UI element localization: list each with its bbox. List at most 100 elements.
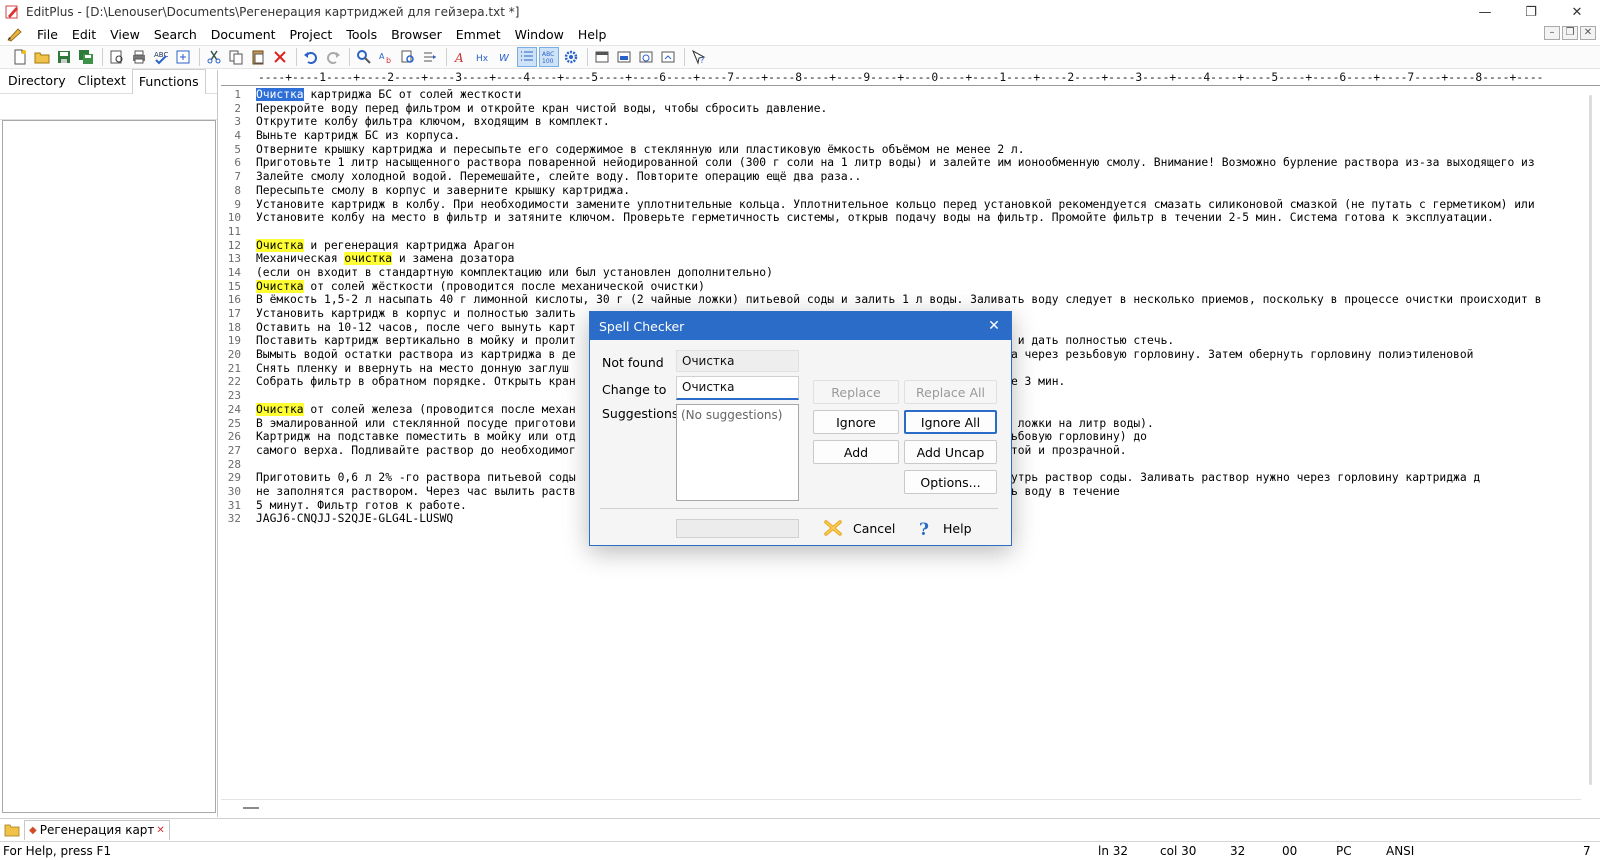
text-line[interactable]: 4 Выньте картридж БС из корпуса.	[221, 129, 1561, 143]
menu-search[interactable]: Search	[147, 27, 204, 42]
text-line[interactable]: 8 Пересыпьте смолу в корпус и заверните к…	[221, 184, 1561, 198]
status-encoding[interactable]: ANSI	[1386, 844, 1414, 858]
spell-check-icon[interactable]: ABC	[151, 47, 171, 67]
save-all-icon[interactable]	[76, 47, 96, 67]
save-icon[interactable]	[54, 47, 74, 67]
line-number-icon[interactable]	[517, 47, 537, 67]
menu-emmet[interactable]: Emmet	[449, 27, 508, 42]
menu-help[interactable]: Help	[571, 27, 614, 42]
svg-text:ABC: ABC	[542, 51, 554, 58]
help-question-icon: ?	[919, 520, 929, 537]
text-line[interactable]: 15 Очистка от солей жёсткости (проводится…	[221, 279, 1561, 294]
cut-icon[interactable]	[204, 47, 224, 67]
menu-project[interactable]: Project	[283, 27, 340, 42]
tab-functions[interactable]: Functions	[131, 69, 206, 94]
find-in-files-icon[interactable]	[398, 47, 418, 67]
restore-button[interactable]: ❐	[1508, 0, 1554, 24]
close-button[interactable]: ✕	[1554, 0, 1600, 24]
cancel-button[interactable]: Cancel	[823, 519, 895, 537]
copy-icon[interactable]	[226, 47, 246, 67]
dialog-title-bar: Spell Checker	[590, 312, 1011, 340]
menu-view[interactable]: View	[103, 27, 147, 42]
paste-icon[interactable]	[248, 47, 268, 67]
ignore-button[interactable]: Ignore	[813, 410, 899, 434]
new-file-icon[interactable]	[10, 47, 30, 67]
browser-icon[interactable]	[636, 47, 656, 67]
options-button[interactable]: Options...	[904, 470, 997, 494]
toolbar-separator	[587, 48, 588, 66]
tab-cliptext[interactable]: Cliptext	[72, 69, 132, 93]
folder-icon[interactable]	[4, 823, 20, 837]
suggestions-list[interactable]: (No suggestions)	[676, 404, 799, 501]
minimize-button[interactable]: —	[1462, 0, 1508, 24]
settings-gear-icon[interactable]	[561, 47, 581, 67]
delete-icon[interactable]	[270, 47, 290, 67]
window-1-icon[interactable]	[592, 47, 612, 67]
menu-edit[interactable]: Edit	[65, 27, 103, 42]
text-line[interactable]: 11	[221, 225, 1561, 239]
text-run: Установите картридж в колбу. При необход…	[256, 197, 1535, 211]
tab-close-icon[interactable]: ✕	[156, 825, 164, 836]
menu-window[interactable]: Window	[508, 27, 571, 42]
text-line[interactable]: 5 Отверните крышку картриджа и пересыпьте…	[221, 143, 1561, 157]
change-to-input[interactable]: Очистка	[676, 376, 799, 400]
ftp-icon[interactable]	[173, 47, 193, 67]
text-line[interactable]: 12 Очистка и регенерация картриджа Арагон	[221, 238, 1561, 253]
add-button[interactable]: Add	[813, 440, 899, 464]
text-line[interactable]: 10 Установите колбу на место в фильтр и з…	[221, 211, 1561, 225]
text-line[interactable]: 6 Приготовьте 1 литр насыщенного раствора…	[221, 156, 1561, 170]
replace-all-button[interactable]: Replace All	[904, 380, 997, 404]
svg-text:?: ?	[919, 520, 929, 537]
functions-list[interactable]	[2, 120, 216, 813]
horizontal-scroll-thumb[interactable]	[243, 807, 259, 809]
text-line[interactable]: 7 Залейте смолу холодной водой. Перемешай…	[221, 170, 1561, 184]
document-tab[interactable]: ◆ Регенерация карт ✕	[24, 819, 170, 840]
highlighted-word: Очистка	[256, 279, 304, 293]
line-text: (если он входит в стандартную комплектац…	[251, 266, 773, 280]
undo-icon[interactable]	[301, 47, 321, 67]
hex-view-icon[interactable]: Hx	[473, 47, 493, 67]
add-uncap-button[interactable]: Add Uncap	[904, 440, 997, 464]
print-icon[interactable]	[129, 47, 149, 67]
ruler-icon[interactable]: ABC 100	[539, 47, 559, 67]
ignore-all-button[interactable]: Ignore All	[904, 410, 997, 434]
replace-icon[interactable]: Ab	[376, 47, 396, 67]
font-icon[interactable]: A	[451, 47, 471, 67]
tab-directory[interactable]: Directory	[2, 69, 72, 93]
window-2-icon[interactable]	[614, 47, 634, 67]
doc-close-button[interactable]: ✕	[1580, 26, 1596, 40]
text-line[interactable]: 3 Открутите колбу фильтра ключом, входящи…	[221, 115, 1561, 129]
dialog-close-icon[interactable]: ✕	[985, 317, 1003, 335]
word-wrap-icon[interactable]: W	[495, 47, 515, 67]
line-text: Очистка картриджа БС от солей жесткости	[251, 88, 521, 102]
text-line[interactable]: 1 Очистка картриджа БС от солей жесткости	[221, 88, 1561, 102]
text-run: и регенерация картриджа Арагон	[303, 238, 515, 252]
vertical-scrollbar[interactable]	[1582, 87, 1600, 799]
open-folder-icon[interactable]	[32, 47, 52, 67]
menu-browser[interactable]: Browser	[384, 27, 449, 42]
line-number: 23	[227, 389, 241, 403]
doc-restore-button[interactable]: ❐	[1562, 26, 1578, 40]
pencil-icon[interactable]	[6, 26, 24, 42]
text-line[interactable]: 13 Механическая очистка и замена дозатора	[221, 252, 1561, 266]
menu-file[interactable]: File	[30, 27, 65, 42]
help-button[interactable]: ? Help	[917, 519, 972, 537]
menu-tools[interactable]: Tools	[339, 27, 384, 42]
text-line[interactable]: 16 В ёмкость 1,5-2 л насыпать 40 г лимонн…	[221, 293, 1561, 307]
line-text: Отверните крышку картриджа и пересыпьте …	[251, 143, 1025, 157]
replace-button[interactable]: Replace	[813, 380, 899, 404]
text-line[interactable]: 2 Перекройте воду перед фильтром и открой…	[221, 102, 1561, 116]
status-line-ending[interactable]: PC	[1336, 844, 1352, 858]
text-line[interactable]: 14 (если он входит в стандартную комплект…	[221, 266, 1561, 280]
output-window-icon[interactable]	[658, 47, 678, 67]
find-icon[interactable]	[354, 47, 374, 67]
goto-line-icon[interactable]	[420, 47, 440, 67]
print-preview-icon[interactable]	[107, 47, 127, 67]
vertical-scroll-thumb[interactable]	[1589, 95, 1592, 785]
redo-icon[interactable]	[323, 47, 343, 67]
horizontal-scrollbar[interactable]	[221, 799, 1581, 815]
context-help-icon[interactable]: ?	[689, 47, 709, 67]
doc-minimize-button[interactable]: –	[1544, 26, 1560, 40]
menu-document[interactable]: Document	[204, 27, 283, 42]
text-line[interactable]: 9 Установите картридж в колбу. При необхо…	[221, 198, 1561, 212]
